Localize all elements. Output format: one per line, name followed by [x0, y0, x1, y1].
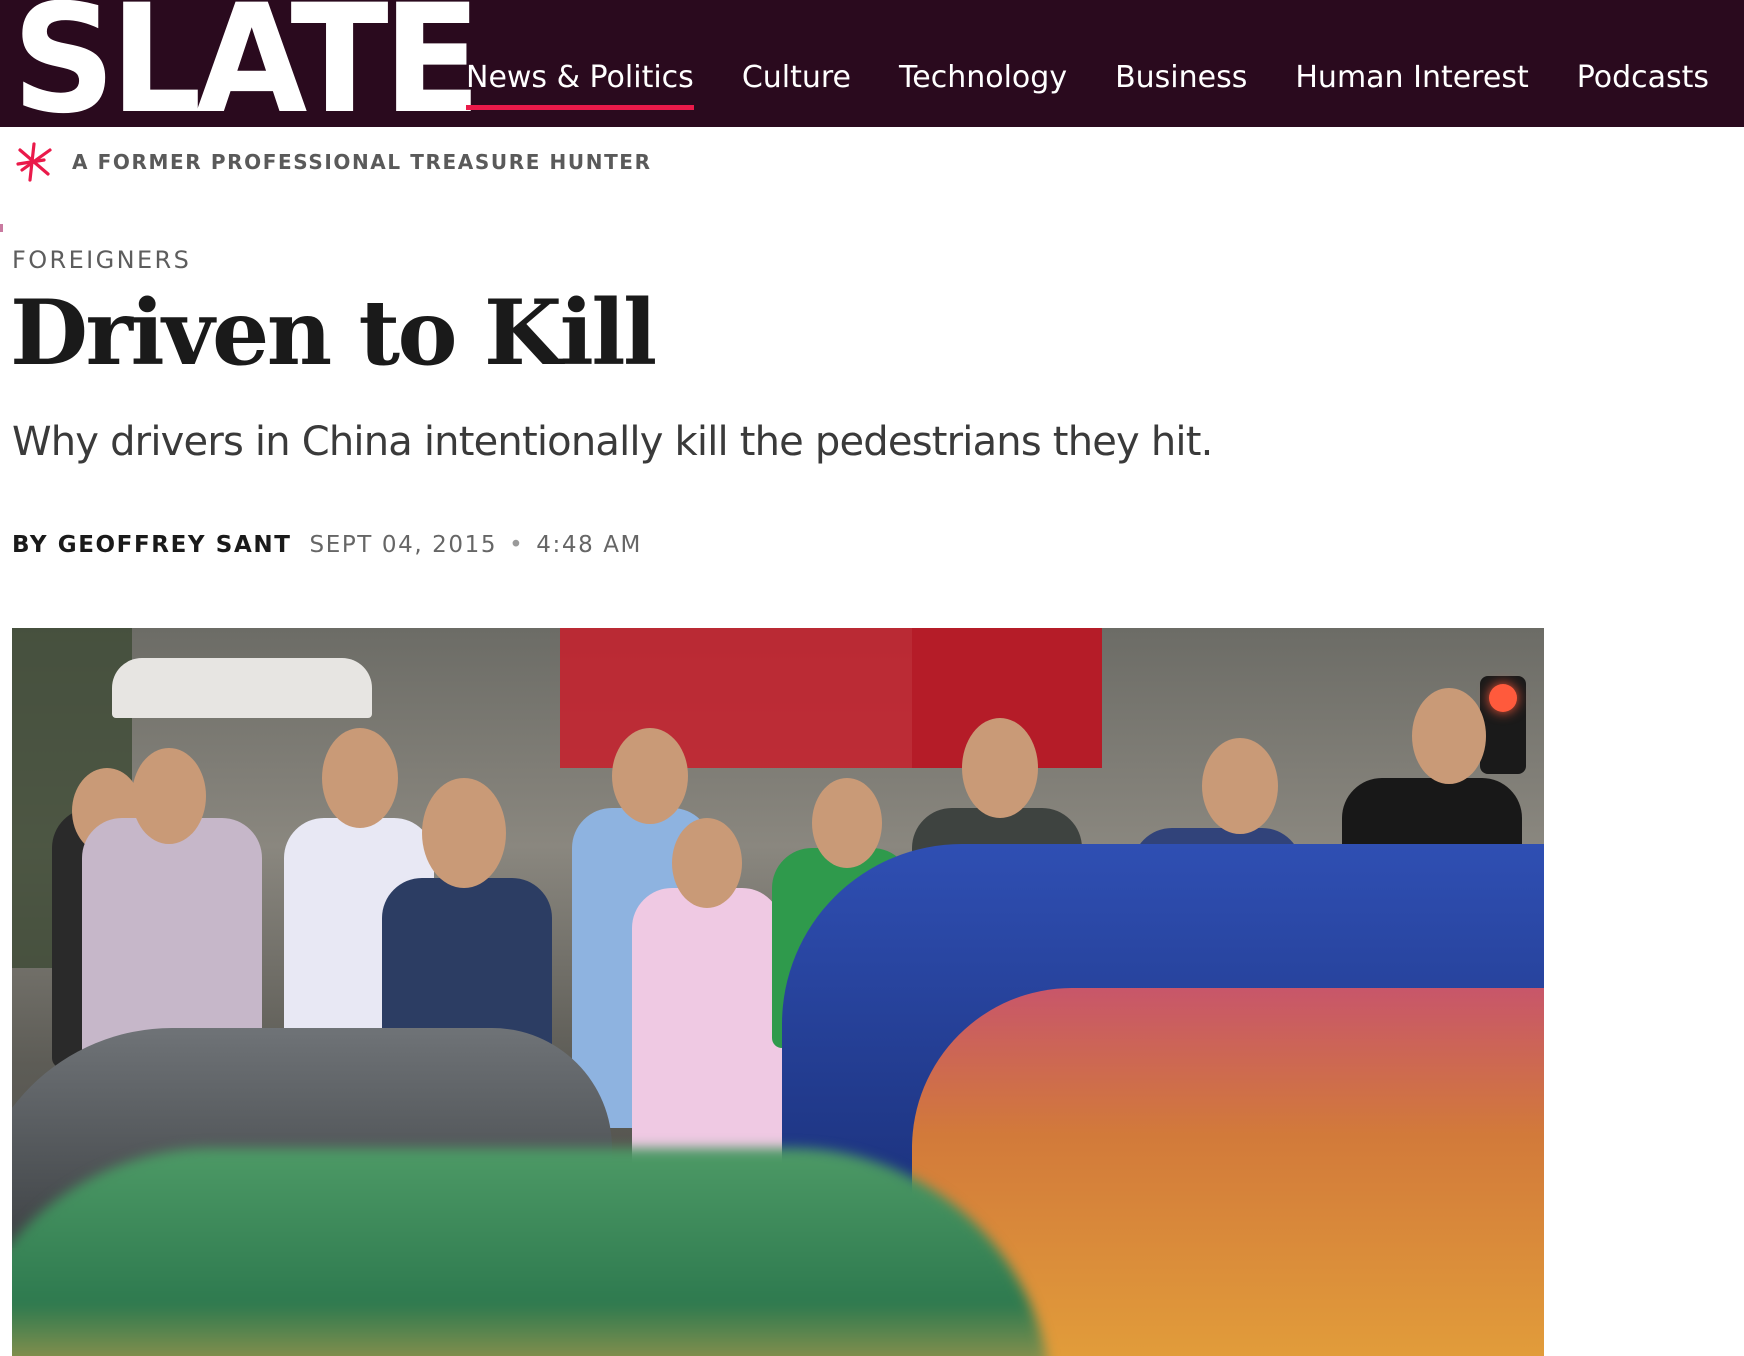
publish-time: 4:48 AM — [536, 532, 643, 558]
pedestrian-head — [132, 748, 206, 844]
nav-item-business[interactable]: Business — [1115, 52, 1247, 108]
author-link[interactable]: BY GEOFFREY SANT — [12, 527, 292, 563]
hero-image — [12, 628, 1544, 1356]
traffic-light — [1480, 676, 1526, 774]
byline-separator: • — [509, 532, 525, 558]
pedestrian-head — [612, 728, 688, 824]
slate-logo[interactable]: SLATE — [12, 0, 481, 135]
nav-item-human-interest[interactable]: Human Interest — [1295, 52, 1528, 108]
article-dek: Why drivers in China intentionally kill … — [12, 419, 1213, 465]
article-kicker[interactable]: FOREIGNERS — [12, 246, 191, 274]
pedestrian-head — [322, 728, 398, 828]
slate-star-icon — [16, 142, 52, 182]
edge-marker — [0, 224, 3, 232]
byline: BY GEOFFREY SANT SEPT 04, 2015 • 4:48 AM — [12, 527, 642, 563]
pedestrian-head — [1412, 688, 1486, 784]
pedestrian-head — [812, 778, 882, 868]
photo-booth — [112, 658, 372, 718]
primary-nav: News & Politics Culture Technology Busin… — [466, 52, 1744, 110]
pedestrian-head — [1202, 738, 1278, 834]
green-taxi-blur — [12, 1148, 1052, 1356]
nav-item-technology[interactable]: Technology — [899, 52, 1067, 108]
series-bar[interactable]: A FORMER PROFESSIONAL TREASURE HUNTER — [12, 140, 652, 184]
pedestrian — [632, 888, 782, 1188]
pedestrian-head — [962, 718, 1038, 818]
series-label: A FORMER PROFESSIONAL TREASURE HUNTER — [72, 150, 652, 174]
nav-item-news-politics[interactable]: News & Politics — [466, 52, 694, 110]
publish-date: SEPT 04, 2015 — [309, 532, 498, 558]
pedestrian-head — [422, 778, 506, 888]
site-header: SLATE News & Politics Culture Technology… — [0, 0, 1744, 135]
nav-item-culture[interactable]: Culture — [742, 52, 851, 108]
nav-item-podcasts[interactable]: Podcasts — [1577, 52, 1709, 108]
pedestrian-head — [672, 818, 742, 908]
article-headline: Driven to Kill — [10, 280, 657, 386]
